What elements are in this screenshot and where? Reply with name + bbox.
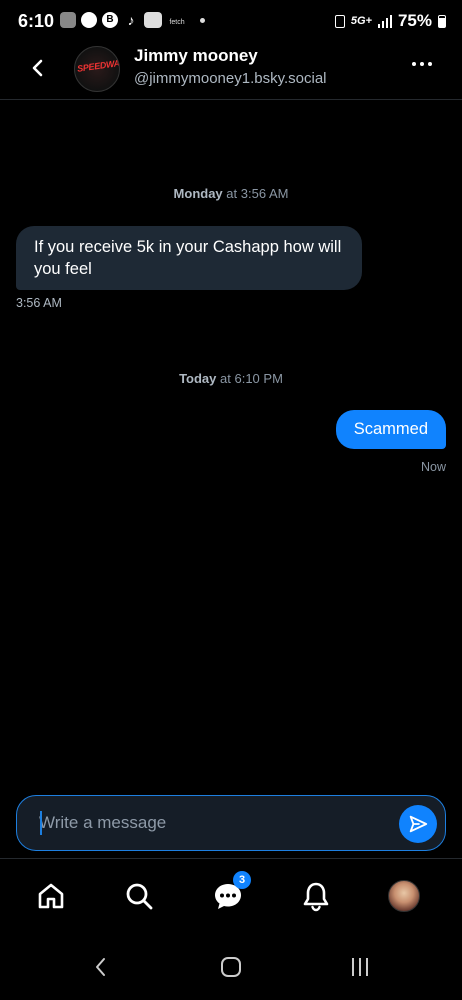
bottom-navigation: 3 bbox=[0, 858, 462, 930]
news-icon bbox=[144, 12, 162, 28]
date-separator: Today at 6:10 PM bbox=[0, 371, 462, 386]
nav-profile[interactable] bbox=[387, 879, 421, 913]
more-notifications-dot bbox=[200, 17, 205, 23]
system-navigation-bar bbox=[0, 930, 462, 1000]
messages-badge: 3 bbox=[233, 871, 251, 889]
outgoing-message-bubble[interactable]: Scammed bbox=[335, 410, 446, 449]
status-right: 5G+ 75% bbox=[334, 11, 446, 31]
system-back-button[interactable] bbox=[86, 952, 116, 982]
sim-icon bbox=[334, 14, 345, 28]
message-input[interactable] bbox=[39, 810, 379, 836]
message-composer bbox=[16, 795, 446, 851]
outgoing-message-timestamp: Now bbox=[420, 460, 446, 474]
home-icon bbox=[38, 883, 64, 909]
incoming-message-bubble[interactable]: If you receive 5k in your Cashapp how wi… bbox=[16, 226, 362, 290]
notifications-icon bbox=[303, 882, 329, 912]
date-separator-day: Today bbox=[179, 371, 217, 386]
status-time: 6:10 bbox=[18, 11, 55, 31]
send-icon bbox=[409, 815, 428, 833]
battery-icon bbox=[438, 14, 446, 28]
bluesky-icon: B bbox=[102, 12, 118, 28]
nav-search[interactable] bbox=[122, 879, 156, 913]
chevron-left-icon bbox=[32, 59, 43, 77]
contact-name[interactable]: Jimmy mooney bbox=[134, 46, 258, 66]
home-square-icon bbox=[221, 957, 241, 977]
nav-home[interactable] bbox=[34, 879, 68, 913]
contact-avatar[interactable]: SPEEDWAY bbox=[74, 46, 120, 92]
chat-icon bbox=[81, 12, 97, 28]
tiktok-icon: ♪ bbox=[127, 12, 135, 28]
search-icon bbox=[126, 883, 153, 910]
conversation-header: SPEEDWAY Jimmy mooney @jimmymooney1.bsky… bbox=[0, 42, 462, 100]
chevron-left-icon bbox=[96, 958, 105, 976]
back-button[interactable] bbox=[24, 54, 52, 82]
profile-avatar bbox=[388, 880, 420, 912]
nav-messages[interactable]: 3 bbox=[211, 871, 251, 913]
date-separator-time: at 3:56 AM bbox=[226, 186, 289, 201]
text-cursor bbox=[40, 811, 42, 835]
incoming-message-timestamp: 3:56 AM bbox=[16, 296, 62, 310]
recents-icon bbox=[352, 958, 368, 976]
photo-icon bbox=[60, 12, 76, 28]
system-home-button[interactable] bbox=[216, 952, 246, 982]
fetch-icon: fetch bbox=[169, 19, 185, 26]
network-type: 5G+ bbox=[350, 15, 372, 27]
system-recents-button[interactable] bbox=[345, 952, 375, 982]
nav-notifications[interactable] bbox=[299, 879, 333, 913]
date-separator-time: at 6:10 PM bbox=[220, 371, 283, 386]
send-button[interactable] bbox=[399, 805, 437, 843]
contact-handle: @jimmymooney1.bsky.social bbox=[134, 70, 327, 87]
status-bar: 6:10 B ♪ fetch 5G+ 75% bbox=[0, 0, 462, 42]
battery-percent: 75% bbox=[397, 11, 432, 30]
avatar-logo-text: SPEEDWAY bbox=[76, 57, 120, 74]
ellipsis-icon bbox=[412, 62, 416, 66]
date-separator-day: Monday bbox=[173, 186, 223, 201]
signal-icon bbox=[377, 14, 392, 28]
more-options-button[interactable] bbox=[412, 62, 432, 66]
date-separator: Monday at 3:56 AM bbox=[0, 186, 462, 201]
notification-icons: B ♪ fetch bbox=[60, 12, 205, 28]
